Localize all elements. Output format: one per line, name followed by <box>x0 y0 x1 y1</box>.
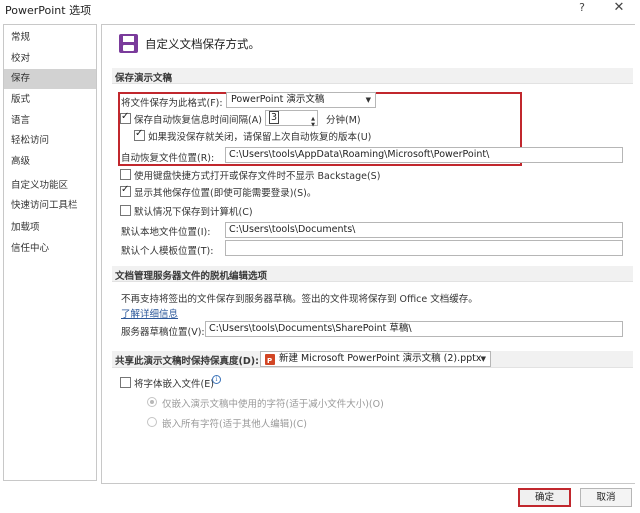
close-button[interactable]: ✕ <box>609 0 629 18</box>
section-header-save-presentations: 保存演示文稿 <box>112 68 633 84</box>
checkmark-icon: ✓ <box>121 111 130 122</box>
checkmark-icon: ✓ <box>135 128 144 139</box>
title-bar: PowerPoint 选项 ? ✕ <box>0 0 640 18</box>
save-format-dropdown[interactable]: PowerPoint 演示文稿 ▼ <box>226 92 376 108</box>
section-title: 文档管理服务器文件的脱机编辑选项 <box>115 271 268 282</box>
pptx-file-icon: P <box>265 354 275 365</box>
keep-last-version-label: 如果我没保存就关闭，请保留上次自动恢复的版本(U) <box>148 132 372 143</box>
nav-item-add-ins[interactable]: 加载项 <box>4 218 96 238</box>
show-extra-locations-label: 显示其他保存位置(即使可能需要登录)(S)。 <box>134 188 317 199</box>
default-template-location-label: 默认个人模板位置(T): <box>121 246 214 257</box>
help-button[interactable]: ? <box>574 1 590 17</box>
nav-item-general[interactable]: 常规 <box>4 28 96 48</box>
info-icon[interactable]: i <box>212 375 221 384</box>
server-drafts-input[interactable]: C:\Users\tools\Documents\SharePoint 草稿\ <box>205 321 623 337</box>
default-save-computer-label: 默认情况下保存到计算机(C) <box>134 207 253 218</box>
autorecover-minutes-spinner[interactable]: 3 ▲ ▼ <box>265 110 318 128</box>
chevron-down-icon: ▼ <box>480 355 486 363</box>
autorecover-location-input[interactable]: C:\Users\tools\AppData\Roaming\Microsoft… <box>225 147 623 163</box>
default-template-location-input[interactable] <box>225 240 623 256</box>
nav-item-language[interactable]: 语言 <box>4 111 96 131</box>
options-nav: 常规 校对 保存 版式 语言 轻松访问 高级 自定义功能区 快速访问工具栏 加载… <box>3 24 97 481</box>
keep-last-version-checkbox[interactable]: ✓ <box>134 128 145 141</box>
embed-subset-label: 仅嵌入演示文稿中使用的字符(适于减小文件大小)(O) <box>162 399 384 410</box>
default-local-location-input[interactable]: C:\Users\tools\Documents\ <box>225 222 623 238</box>
default-local-location-label: 默认本地文件位置(I): <box>121 227 211 238</box>
nav-item-layout[interactable]: 版式 <box>4 90 96 110</box>
section-title: 保存演示文稿 <box>115 73 173 84</box>
embed-fonts-label: 将字体嵌入文件(E) <box>134 379 214 390</box>
nav-item-proofing[interactable]: 校对 <box>4 49 96 69</box>
nav-item-trust-center[interactable]: 信任中心 <box>4 239 96 259</box>
embed-subset-radio[interactable] <box>147 397 157 407</box>
learn-more-link[interactable]: 了解详细信息 <box>121 306 178 320</box>
autorecover-checkbox[interactable]: ✓ <box>120 111 131 124</box>
fidelity-file-dropdown[interactable]: P 新建 Microsoft PowerPoint 演示文稿 (2).pptx … <box>260 351 491 367</box>
page-title: 自定义文档保存方式。 <box>145 37 260 51</box>
embed-all-radio[interactable] <box>147 417 157 427</box>
autorecover-label: 保存自动恢复信息时间间隔(A) <box>134 115 262 126</box>
save-options-panel: 自定义文档保存方式。 保存演示文稿 将文件保存为此格式(F): PowerPoi… <box>101 24 635 484</box>
nav-item-advanced[interactable]: 高级 <box>4 152 96 172</box>
embed-fonts-checkbox[interactable] <box>120 377 131 388</box>
window-title: PowerPoint 选项 <box>5 4 92 17</box>
autorecover-minutes-value: 3 <box>269 111 280 124</box>
no-backstage-checkbox[interactable] <box>120 169 131 180</box>
save-format-value: PowerPoint 演示文稿 <box>231 94 325 105</box>
no-backstage-label: 使用键盘快捷方式打开或保存文件时不显示 Backstage(S) <box>134 171 381 182</box>
nav-item-quick-access-toolbar[interactable]: 快速访问工具栏 <box>4 196 96 216</box>
nav-item-save[interactable]: 保存 <box>4 69 96 89</box>
nav-item-accessibility[interactable]: 轻松访问 <box>4 131 96 151</box>
server-drafts-label: 服务器草稿位置(V): <box>121 327 205 338</box>
show-extra-locations-checkbox[interactable]: ✓ <box>120 184 131 197</box>
save-format-label: 将文件保存为此格式(F): <box>121 98 223 109</box>
chevron-down-icon: ▼ <box>365 96 371 104</box>
cancel-button[interactable]: 取消 <box>580 488 632 507</box>
ok-button[interactable]: 确定 <box>518 488 571 507</box>
section-header-offline-editing: 文档管理服务器文件的脱机编辑选项 <box>112 266 633 282</box>
embed-all-label: 嵌入所有字符(适于其他人编辑)(C) <box>162 419 307 430</box>
fidelity-file-value: 新建 Microsoft PowerPoint 演示文稿 (2).pptx <box>279 353 482 364</box>
section-title: 共享此演示文稿时保持保真度(D): <box>115 356 259 367</box>
default-save-computer-checkbox[interactable] <box>120 205 131 216</box>
save-disk-icon <box>119 34 138 53</box>
offline-notice-text: 不再支持将签出的文件保存到服务器草稿。签出的文件现将保存到 Office 文档缓… <box>121 294 478 305</box>
autorecover-location-label: 自动恢复文件位置(R): <box>121 153 215 164</box>
checkmark-icon: ✓ <box>121 184 130 195</box>
minutes-label: 分钟(M) <box>326 115 361 126</box>
nav-item-customize-ribbon[interactable]: 自定义功能区 <box>4 176 96 196</box>
